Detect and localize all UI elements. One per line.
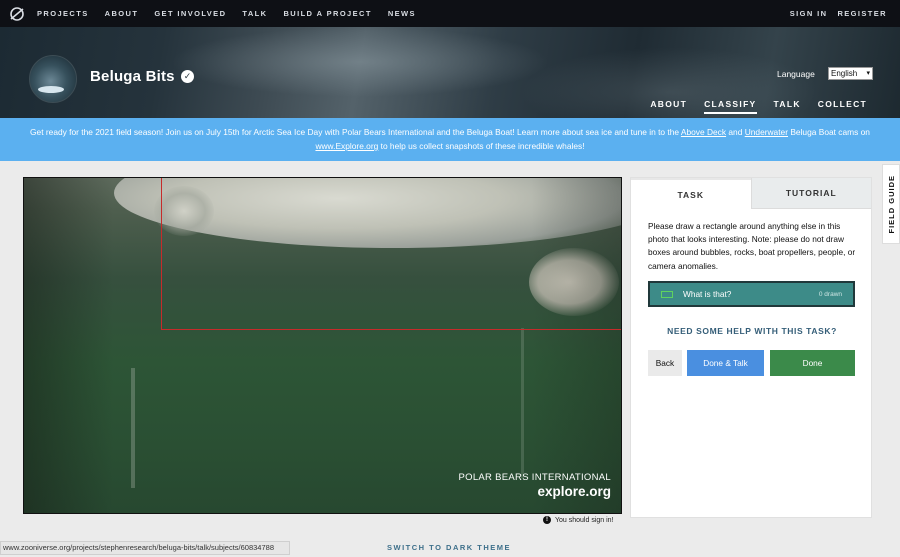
chevron-down-icon: ▾	[866, 70, 870, 77]
tab-task[interactable]: TASK	[631, 178, 751, 209]
done-button[interactable]: Done	[770, 350, 855, 376]
project-nav: ABOUT CLASSIFY TALK COLLECT	[633, 99, 867, 114]
project-avatar[interactable]	[29, 55, 77, 103]
signin-note: ! You should sign in!	[543, 516, 614, 524]
explore-org-link[interactable]: www.Explore.org	[315, 141, 378, 151]
nav-get-involved[interactable]: GET INVOLVED	[154, 9, 226, 18]
banner-text: Beluga Boat cams on	[788, 127, 870, 137]
back-button[interactable]: Back	[648, 350, 682, 376]
above-deck-link[interactable]: Above Deck	[681, 127, 726, 137]
site-nav: PROJECTS ABOUT GET INVOLVED TALK BUILD A…	[0, 0, 900, 27]
language-value: English	[831, 69, 858, 78]
switch-dark-theme-button[interactable]: SWITCH TO DARK THEME	[387, 543, 511, 552]
pbi-watermark: POLAR BEARS INTERNATIONAL	[458, 472, 611, 483]
tool-count: 0 drawn	[818, 290, 842, 298]
zooniverse-logo-icon[interactable]	[9, 6, 25, 22]
rectangle-tool-option[interactable]: What is that? 0 drawn	[648, 281, 855, 307]
project-nav-classify[interactable]: CLASSIFY	[704, 99, 757, 114]
signin-note-text: You should sign in!	[555, 516, 614, 524]
auth-links: SIGN IN REGISTER	[780, 9, 900, 18]
project-nav-talk[interactable]: TALK	[774, 99, 801, 114]
register-link[interactable]: REGISTER	[837, 9, 887, 18]
done-and-talk-button[interactable]: Done & Talk	[687, 350, 764, 376]
task-help-link[interactable]: NEED SOME HELP WITH THIS TASK?	[631, 326, 873, 336]
verified-badge-icon: ✓	[181, 70, 194, 83]
sign-in-link[interactable]: SIGN IN	[790, 9, 828, 18]
nav-projects[interactable]: PROJECTS	[37, 9, 89, 18]
project-header: Beluga Bits ✓ Language English ▾ ABOUT C…	[0, 27, 900, 118]
subject-image[interactable]: POLAR BEARS INTERNATIONAL explore.org	[23, 177, 622, 514]
field-guide-tab[interactable]: FIELD GUIDE	[882, 164, 900, 244]
project-title[interactable]: Beluga Bits	[90, 68, 175, 85]
language-select[interactable]: English ▾	[828, 67, 873, 80]
project-nav-collect[interactable]: COLLECT	[818, 99, 867, 114]
nav-talk[interactable]: TALK	[242, 9, 267, 18]
tab-tutorial[interactable]: TUTORIAL	[750, 178, 871, 209]
info-icon: !	[543, 516, 551, 524]
banner-text: and	[726, 127, 745, 137]
explore-watermark: explore.org	[537, 484, 611, 499]
tool-label: What is that?	[683, 289, 732, 299]
banner-text: to help us collect snapshots of these in…	[378, 141, 585, 151]
beluga-avatar-image	[38, 86, 64, 93]
rectangle-tool-icon	[661, 290, 673, 298]
language-label: Language	[777, 69, 815, 79]
task-instructions: Please draw a rectangle around anything …	[648, 221, 856, 271]
browser-status-url: www.zooniverse.org/projects/stephenresea…	[0, 541, 290, 555]
nav-about[interactable]: ABOUT	[105, 9, 139, 18]
task-tabs: TASK TUTORIAL	[631, 178, 871, 209]
announcement-banner: Get ready for the 2021 field season! Joi…	[0, 118, 900, 161]
project-nav-about[interactable]: ABOUT	[650, 99, 687, 114]
banner-text: Get ready for the 2021 field season! Joi…	[30, 127, 681, 137]
nav-build-a-project[interactable]: BUILD A PROJECT	[283, 9, 371, 18]
task-panel: TASK TUTORIAL Please draw a rectangle ar…	[630, 177, 872, 518]
drawn-rectangle[interactable]	[161, 178, 621, 330]
underwater-link[interactable]: Underwater	[745, 127, 788, 137]
nav-news[interactable]: NEWS	[388, 9, 416, 18]
field-guide-label: FIELD GUIDE	[886, 174, 896, 234]
